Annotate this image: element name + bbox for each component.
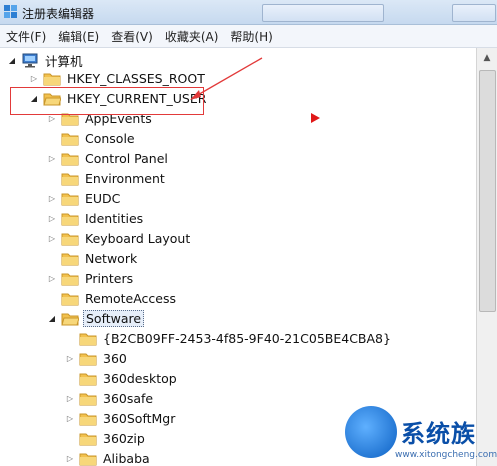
watermark-brand: 系统族 — [401, 420, 476, 448]
folder-icon — [61, 191, 79, 206]
menu-view[interactable]: 查看(V) — [105, 28, 159, 45]
tree-node-printers[interactable]: ▷ Printers — [46, 268, 135, 288]
tree-node-alibaba[interactable]: ▷ Alibaba — [64, 448, 152, 466]
tree-node-360zip[interactable]: 360zip — [64, 428, 147, 448]
tree-label: Environment — [85, 170, 165, 186]
tree-node-network[interactable]: Network — [46, 248, 139, 268]
expand-triangle-icon[interactable]: ▷ — [46, 272, 58, 284]
tree-label: RemoteAccess — [85, 290, 177, 306]
expand-triangle-icon[interactable]: ▷ — [46, 192, 58, 204]
folder-icon — [61, 171, 79, 186]
window-title: 注册表编辑器 — [22, 7, 95, 21]
no-expander — [64, 432, 76, 444]
vertical-scrollbar[interactable]: ▲ — [476, 48, 497, 466]
collapse-triangle-icon[interactable]: ◢ — [46, 312, 58, 324]
tree-node-environment[interactable]: Environment — [46, 168, 167, 188]
regedit-app-icon — [3, 4, 18, 19]
title-bar: 注册表编辑器 — [0, 0, 497, 25]
tree-label: 360safe — [103, 390, 154, 406]
expand-triangle-icon[interactable]: ▷ — [46, 232, 58, 244]
menu-edit[interactable]: 编辑(E) — [52, 28, 105, 45]
menu-favorites[interactable]: 收藏夹(A) — [159, 28, 225, 45]
folder-icon — [61, 151, 79, 166]
expand-triangle-icon[interactable]: ▷ — [28, 72, 40, 84]
computer-icon — [21, 53, 39, 68]
tree-node-hkcr[interactable]: ▷ HKEY_CLASSES_ROOT — [28, 68, 207, 88]
expand-triangle-icon[interactable]: ▷ — [64, 352, 76, 364]
no-expander — [46, 292, 58, 304]
folder-icon — [79, 351, 97, 366]
tree-node-console[interactable]: Console — [46, 128, 137, 148]
folder-icon — [79, 391, 97, 406]
menu-file[interactable]: 文件(F) — [0, 28, 52, 45]
folder-icon — [61, 211, 79, 226]
folder-icon — [61, 251, 79, 266]
tree-label: 360SoftMgr — [103, 410, 176, 426]
tree-label: Console — [85, 130, 135, 146]
taskbar-tab — [262, 4, 384, 22]
expand-triangle-icon[interactable]: ▷ — [46, 212, 58, 224]
menu-bar: 文件(F) 编辑(E) 查看(V) 收藏夹(A) 帮助(H) — [0, 25, 497, 48]
folder-icon — [43, 71, 61, 86]
scrollbar-thumb[interactable] — [479, 70, 496, 312]
folder-icon — [79, 331, 97, 346]
collapse-triangle-icon[interactable]: ◢ — [6, 54, 18, 66]
tree-label: 360desktop — [103, 370, 177, 386]
tree-label: Network — [85, 250, 138, 266]
tree-label: {B2CB09FF-2453-4f85-9F40-21C05BE4CBA8} — [103, 330, 391, 346]
folder-icon — [79, 451, 97, 466]
tree-label: Identities — [85, 210, 144, 226]
expand-triangle-icon[interactable]: ▷ — [64, 392, 76, 404]
no-expander — [64, 372, 76, 384]
tree-label: Printers — [85, 270, 134, 286]
tree-label: Alibaba — [103, 450, 150, 466]
tree-node-software[interactable]: ◢ Software — [46, 308, 145, 328]
scroll-up-arrow-icon[interactable]: ▲ — [480, 51, 494, 65]
tree-node-360desktop[interactable]: 360desktop — [64, 368, 179, 388]
tree-node-360[interactable]: ▷ 360 — [64, 348, 129, 368]
watermark-logo-icon — [345, 406, 397, 458]
no-expander — [46, 172, 58, 184]
annotation-pointer-triangle-icon — [311, 113, 320, 123]
folder-icon — [79, 431, 97, 446]
tree-label: 360 — [103, 350, 127, 366]
folder-icon — [61, 231, 79, 246]
folder-icon — [61, 291, 79, 306]
tree-node-keyboard-layout[interactable]: ▷ Keyboard Layout — [46, 228, 192, 248]
no-expander — [46, 132, 58, 144]
tree-label: EUDC — [85, 190, 121, 206]
expand-triangle-icon[interactable]: ▷ — [64, 452, 76, 464]
tree-label: HKEY_CLASSES_ROOT — [67, 70, 205, 86]
tree-label: 计算机 — [45, 53, 83, 69]
folder-open-icon — [61, 311, 79, 326]
watermark-url: www.xitongcheng.com — [395, 450, 497, 460]
expand-triangle-icon[interactable]: ▷ — [46, 152, 58, 164]
no-expander — [46, 252, 58, 264]
menu-help[interactable]: 帮助(H) — [224, 28, 278, 45]
expand-triangle-icon[interactable]: ▷ — [64, 412, 76, 424]
tree-node-eudc[interactable]: ▷ EUDC — [46, 188, 122, 208]
no-expander — [64, 332, 76, 344]
folder-icon — [61, 131, 79, 146]
tree-node-360softmgr[interactable]: ▷ 360SoftMgr — [64, 408, 177, 428]
folder-icon — [79, 411, 97, 426]
tree-node-computer[interactable]: ◢ 计算机 — [6, 50, 85, 70]
folder-icon — [79, 371, 97, 386]
folder-icon — [61, 271, 79, 286]
tree-label: 360zip — [103, 430, 145, 446]
tree-node-control-panel[interactable]: ▷ Control Panel — [46, 148, 170, 168]
tree-label: Keyboard Layout — [85, 230, 191, 246]
tree-node-identities[interactable]: ▷ Identities — [46, 208, 145, 228]
taskbar-tab-right — [452, 4, 496, 22]
tree-label: Control Panel — [85, 150, 168, 166]
tree-node-remoteaccess[interactable]: RemoteAccess — [46, 288, 178, 308]
tree-node-guid[interactable]: {B2CB09FF-2453-4f85-9F40-21C05BE4CBA8} — [64, 328, 393, 348]
tree-label-selected: Software — [83, 309, 145, 327]
annotation-highlight-box — [10, 87, 204, 115]
tree-node-360safe[interactable]: ▷ 360safe — [64, 388, 155, 408]
site-watermark: 系统族 www.xitongcheng.com — [345, 406, 497, 466]
